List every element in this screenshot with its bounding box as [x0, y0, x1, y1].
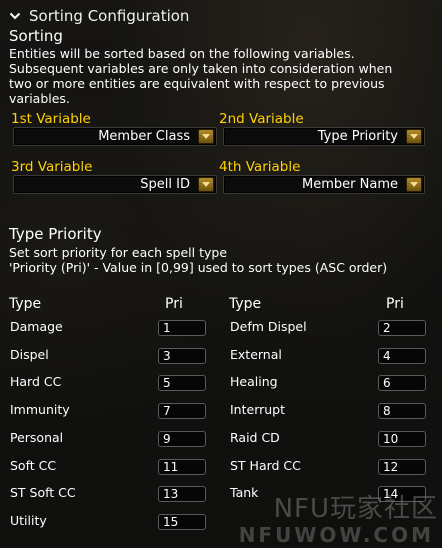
variable-2-value: Type Priority — [317, 129, 398, 144]
type-priority-title: Type Priority — [9, 225, 102, 243]
section-title: Sorting Configuration — [29, 7, 190, 25]
left-type-label: Hard CC — [10, 374, 62, 390]
right-type-label: Healing — [230, 374, 278, 390]
right-type-header: Type — [229, 296, 262, 312]
right-priority-input[interactable]: 10 — [378, 430, 426, 447]
watermark-url: NFUWOW.COM — [238, 523, 434, 547]
right-priority-input[interactable]: 2 — [378, 320, 426, 336]
left-priority-input[interactable]: 15 — [158, 513, 206, 530]
left-type-label: Utility — [10, 512, 47, 528]
right-type-label: ST Hard CC — [230, 457, 301, 473]
variable-3-dropdown[interactable]: Spell ID — [13, 175, 217, 194]
left-priority-input[interactable]: 9 — [158, 430, 206, 447]
left-priority-input[interactable]: 11 — [158, 458, 206, 475]
left-priority-input[interactable]: 5 — [158, 375, 206, 392]
variable-2-dropdown[interactable]: Type Priority — [223, 127, 425, 146]
variable-2-label: 2nd Variable — [219, 111, 304, 127]
sorting-description-line-4: variables. — [9, 91, 70, 106]
left-type-label: Dispel — [10, 346, 49, 362]
variable-4-dropdown[interactable]: Member Name — [223, 175, 425, 194]
variable-4-label: 4th Variable — [219, 159, 301, 175]
variable-4-value: Member Name — [302, 177, 398, 192]
right-type-label: Raid CD — [230, 429, 280, 445]
right-type-label: Interrupt — [230, 402, 286, 418]
dropdown-arrow-icon[interactable] — [198, 177, 214, 192]
left-type-label: Immunity — [10, 402, 70, 418]
variable-1-label: 1st Variable — [11, 111, 91, 127]
sorting-title: Sorting — [9, 27, 63, 45]
left-type-label: Soft CC — [10, 457, 57, 473]
sorting-description-line-3: two or more entities are equivalent with… — [9, 76, 385, 91]
section-header[interactable]: Sorting Configuration — [9, 5, 189, 27]
right-priority-input[interactable]: 4 — [378, 347, 426, 364]
right-type-label: Tank — [230, 485, 259, 501]
variable-1-value: Member Class — [98, 129, 190, 144]
left-priority-input[interactable]: 13 — [158, 486, 206, 503]
right-priority-input[interactable]: 12 — [378, 458, 426, 475]
right-type-label: Defm Dispel — [230, 319, 307, 334]
left-type-label: ST Soft CC — [10, 485, 76, 501]
left-priority-input[interactable]: 3 — [158, 347, 206, 364]
variable-3-label: 3rd Variable — [11, 159, 93, 175]
sorting-description-line-2: Subsequent variables are only taken into… — [9, 61, 393, 76]
variable-3-value: Spell ID — [140, 177, 190, 192]
left-type-label: Damage — [10, 319, 63, 334]
left-priority-input[interactable]: 1 — [158, 320, 206, 336]
variable-1-dropdown[interactable]: Member Class — [13, 127, 217, 146]
left-type-header: Type — [9, 296, 42, 312]
right-type-label: External — [230, 346, 282, 362]
right-priority-input[interactable]: 6 — [378, 375, 426, 392]
dropdown-arrow-icon[interactable] — [406, 177, 422, 192]
type-priority-description-line-1: Set sort priority for each spell type — [9, 245, 228, 260]
sorting-description-line-1: Entities will be sorted based on the fol… — [9, 46, 355, 61]
dropdown-arrow-icon[interactable] — [198, 129, 214, 144]
right-priority-input[interactable]: 8 — [378, 403, 426, 420]
right-pri-header: Pri — [386, 296, 404, 312]
dropdown-arrow-icon[interactable] — [406, 129, 422, 144]
left-pri-header: Pri — [165, 296, 183, 312]
left-type-label: Personal — [10, 429, 64, 445]
type-priority-description-line-2: 'Priority (Pri)' - Value in [0,99] used … — [9, 260, 388, 275]
watermark-text: NFU玩家社区 — [273, 494, 438, 524]
left-priority-input[interactable]: 7 — [158, 403, 206, 420]
chevron-down-icon[interactable] — [9, 10, 21, 22]
